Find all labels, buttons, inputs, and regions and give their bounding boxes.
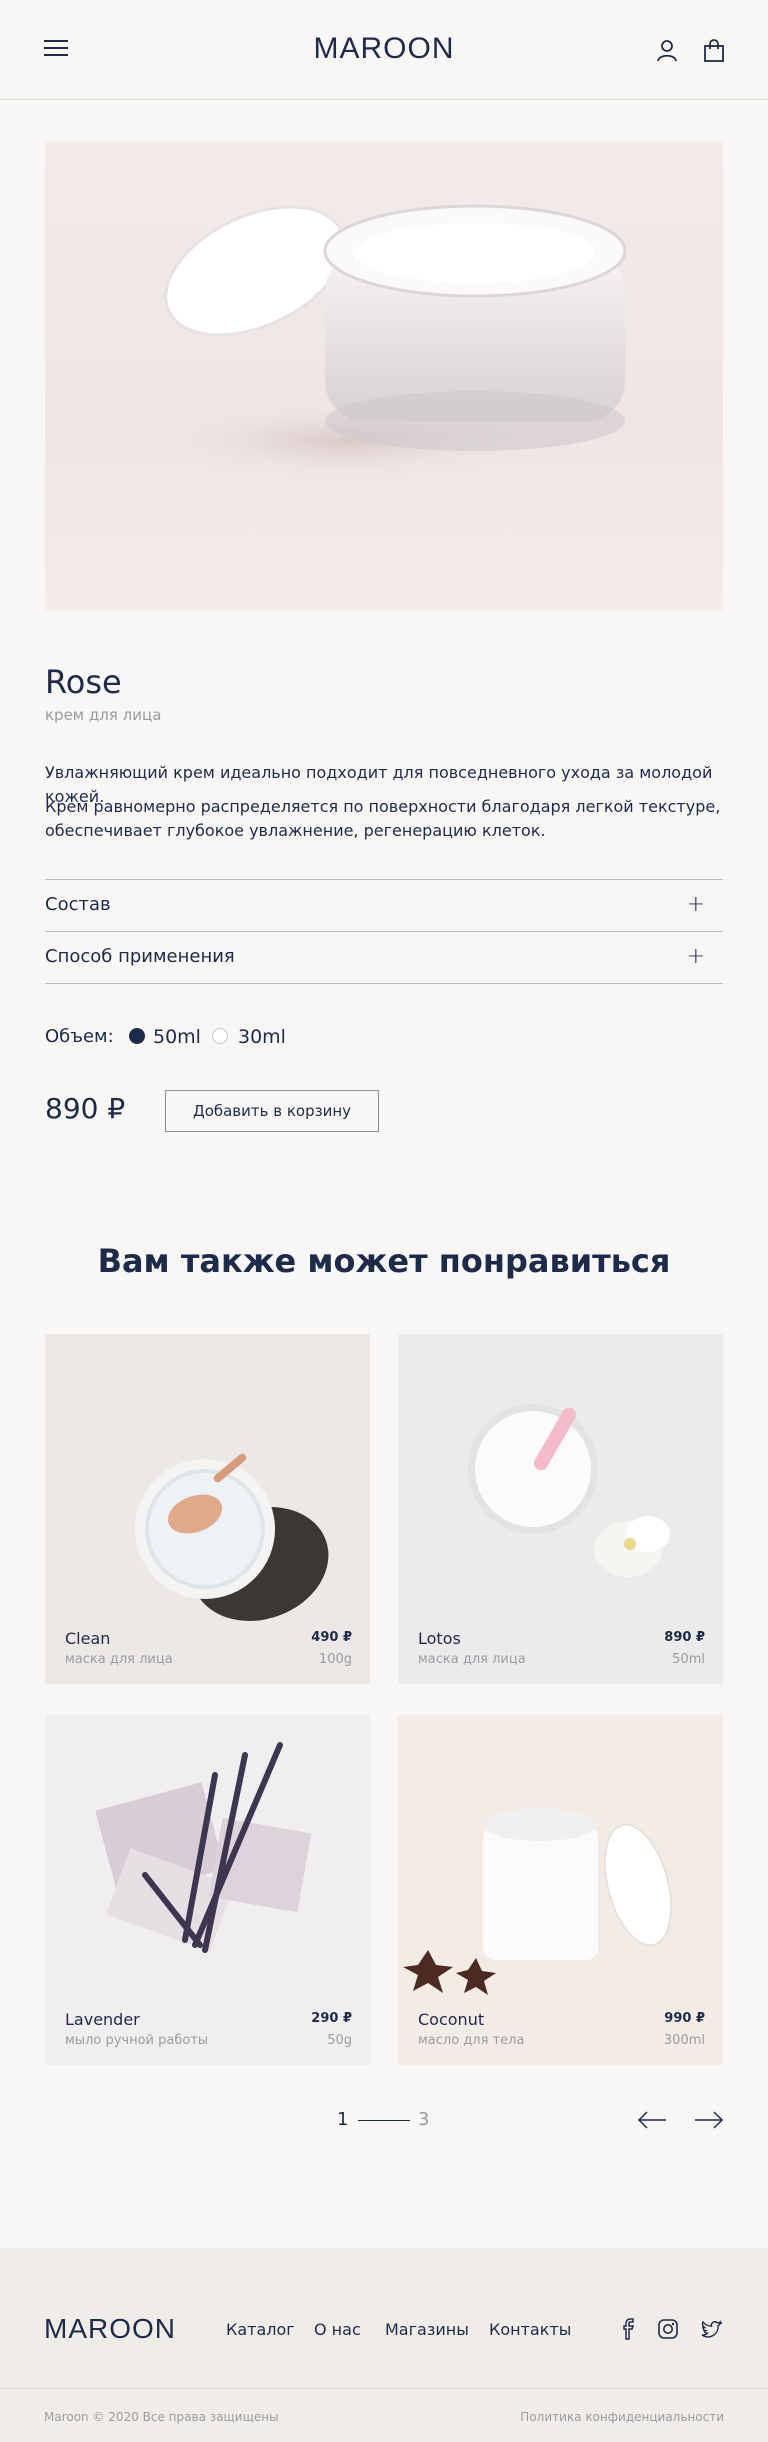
volume-label: Объем: — [45, 1026, 114, 1047]
card-name: Lavender — [65, 2010, 140, 2029]
product-price: 890 ₽ — [45, 1092, 126, 1125]
footer-logo[interactable]: MAROON — [44, 2313, 176, 2345]
card-type: мыло ручной работы — [65, 2033, 209, 2048]
accordion-usage[interactable]: Способ применения + — [45, 931, 723, 983]
card-type: масло для тела — [418, 2033, 525, 2048]
add-to-cart-button[interactable]: Добавить в корзину — [165, 1090, 379, 1132]
product-subtitle: крем для лица — [45, 706, 162, 724]
page-current: 1 — [337, 2109, 349, 2130]
card-size: 50g — [327, 2033, 352, 2048]
footer-divider — [0, 2388, 768, 2389]
product-card-lavender[interactable]: Lavender мыло ручной работы 290 ₽ 50g — [45, 1715, 370, 2065]
pagination: 1 3 — [0, 2106, 768, 2136]
card-name: Coconut — [418, 2010, 485, 2029]
volume-option-label[interactable]: 50ml — [153, 1026, 201, 1048]
volume-radio-50ml[interactable] — [129, 1028, 145, 1044]
footer-nav-contacts[interactable]: Контакты — [489, 2320, 571, 2339]
card-type: маска для лица — [418, 1652, 526, 1667]
divider — [45, 983, 723, 984]
accordion-composition[interactable]: Состав + — [45, 879, 723, 931]
site-header: MAROON — [0, 0, 768, 100]
volume-option-label[interactable]: 30ml — [238, 1026, 286, 1048]
card-price: 490 ₽ — [311, 1630, 352, 1645]
site-logo[interactable]: MAROON — [0, 32, 768, 66]
arrow-right-icon[interactable] — [694, 2110, 724, 2130]
accordion-label: Способ применения — [45, 946, 235, 967]
product-image — [45, 141, 723, 611]
card-price: 290 ₽ — [311, 2011, 352, 2026]
product-card-clean[interactable]: Clean маска для лица 490 ₽ 100g — [45, 1334, 370, 1684]
card-size: 100g — [318, 1652, 352, 1667]
product-card-lotos[interactable]: Lotos маска для лица 890 ₽ 50ml — [398, 1334, 723, 1684]
card-price: 890 ₽ — [664, 1630, 705, 1645]
product-card-coconut[interactable]: Coconut масло для тела 990 ₽ 300ml — [398, 1715, 723, 2065]
card-size: 300ml — [663, 2033, 705, 2048]
page-total: 3 — [418, 2109, 430, 2130]
card-size: 50ml — [672, 1652, 705, 1667]
instagram-icon[interactable] — [657, 2318, 679, 2340]
privacy-policy-link[interactable]: Политика конфиденциальности — [520, 2410, 724, 2424]
facebook-icon[interactable] — [617, 2318, 639, 2340]
recommendations-title: Вам также может понравиться — [97, 1242, 671, 1280]
footer-nav-catalog[interactable]: Каталог — [226, 2320, 295, 2339]
product-description-2: Крем равномерно распределяется по поверх… — [45, 797, 721, 840]
twitter-icon[interactable] — [701, 2318, 723, 2340]
arrow-left-icon[interactable] — [637, 2110, 667, 2130]
copyright: Maroon © 2020 Все права защищены — [44, 2410, 279, 2424]
user-icon[interactable] — [654, 38, 680, 64]
accordion-label: Состав — [45, 894, 111, 915]
footer-nav-stores[interactable]: Магазины — [385, 2320, 469, 2339]
site-footer: MAROON Каталог О нас Магазины Контакты M… — [0, 2248, 768, 2442]
shopping-bag-icon[interactable] — [701, 38, 727, 64]
plus-icon[interactable]: + — [687, 944, 705, 969]
page-progress-line — [358, 2120, 410, 2121]
card-price: 990 ₽ — [664, 2011, 705, 2026]
card-type: маска для лица — [65, 1652, 173, 1667]
card-name: Lotos — [418, 1629, 461, 1648]
card-name: Clean — [65, 1629, 111, 1648]
volume-radio-30ml[interactable] — [212, 1028, 228, 1044]
product-name: Rose — [45, 663, 122, 701]
footer-nav-about[interactable]: О нас — [314, 2320, 361, 2339]
plus-icon[interactable]: + — [687, 892, 705, 917]
